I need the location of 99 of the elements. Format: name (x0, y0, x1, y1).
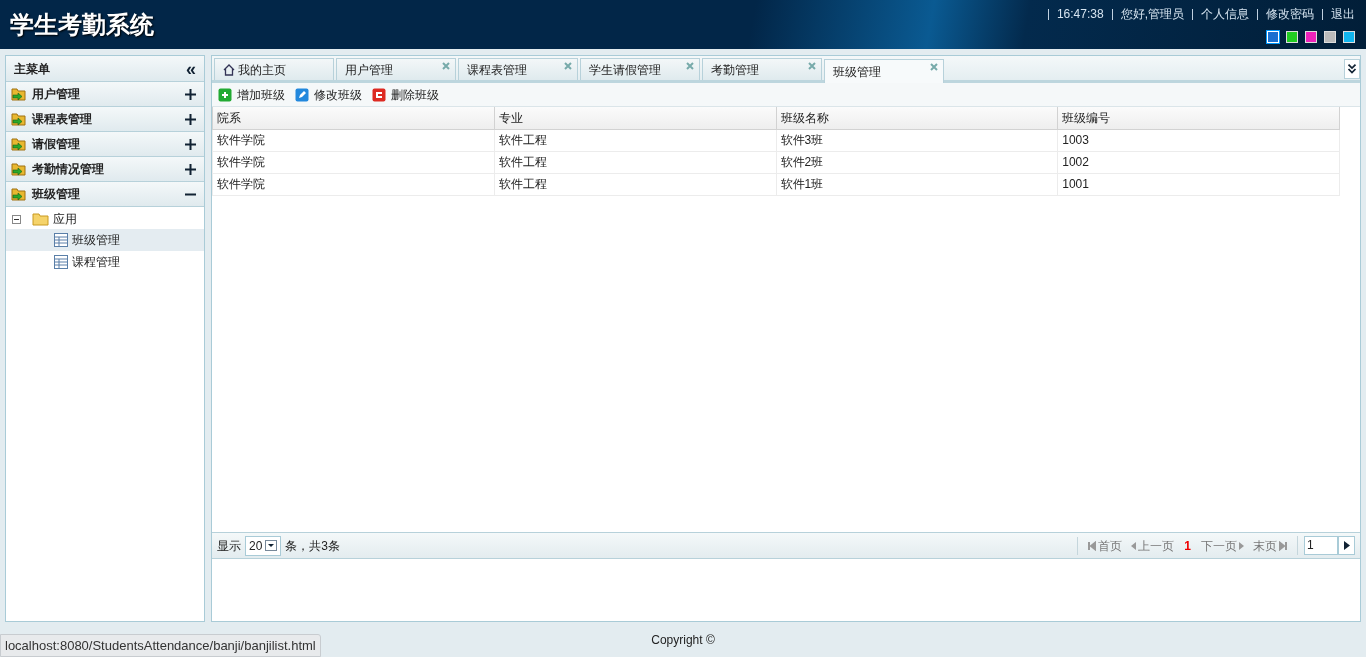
table-cell: 软件工程 (494, 173, 776, 195)
table-cell: 软件工程 (494, 151, 776, 173)
menu-item[interactable]: 课程表管理 (6, 107, 204, 132)
header-link[interactable]: 您好,管理员 (1120, 5, 1184, 23)
theme-swatch[interactable] (1343, 31, 1355, 43)
delete-icon (372, 87, 386, 102)
tab-label: 班级管理 (833, 63, 881, 81)
plus-icon (185, 138, 196, 150)
copyright-text: Copyright © (651, 631, 715, 649)
close-icon[interactable] (564, 62, 572, 70)
tree-item[interactable]: 课程管理 (6, 251, 204, 273)
toolbar-button[interactable]: 增加班级 (218, 85, 285, 104)
column-header[interactable]: 班级名称 (776, 107, 1058, 129)
play-icon (1343, 541, 1350, 550)
folder-arrow-icon (11, 86, 27, 102)
header-link[interactable]: 退出 (1331, 5, 1355, 23)
menu-item[interactable]: 班级管理 (6, 182, 204, 207)
status-url: localhost:8080/StudentsAttendance/banji/banjilist.html (0, 633, 321, 657)
plus-icon (185, 113, 196, 125)
toolbar-button[interactable]: 删除班级 (372, 85, 439, 104)
close-icon[interactable] (442, 62, 450, 70)
theme-swatch[interactable] (1305, 31, 1317, 43)
menu-label: 考勤情况管理 (32, 161, 105, 178)
current-page: 1 (1184, 537, 1191, 555)
column-header[interactable]: 专业 (494, 107, 776, 129)
app-title: 学生考勤系统 (10, 10, 154, 40)
folder-arrow-icon (11, 111, 27, 127)
close-icon[interactable] (930, 63, 938, 71)
caret-icon (265, 540, 278, 551)
tab-label: 课程表管理 (467, 61, 527, 79)
header-link[interactable]: 个人信息 (1201, 5, 1249, 23)
folder-arrow-icon (11, 161, 27, 177)
first-page-button[interactable]: 首页 (1088, 536, 1123, 555)
table-cell: 1003 (1057, 129, 1340, 151)
folder-arrow-icon (11, 186, 27, 202)
tab-label: 考勤管理 (711, 61, 759, 79)
last-page-icon (1279, 540, 1287, 551)
menu-label: 用户管理 (32, 86, 81, 103)
menu-item[interactable]: 用户管理 (6, 82, 204, 107)
menu-label: 课程表管理 (32, 111, 93, 128)
tab-label: 用户管理 (345, 61, 393, 79)
tree-collapse-icon[interactable] (12, 214, 21, 224)
table-cell: 软件1班 (776, 173, 1058, 195)
folder-arrow-icon (11, 136, 27, 152)
table-cell: 软件学院 (212, 151, 495, 173)
tab[interactable]: 课程表管理 (458, 58, 578, 80)
tree-item[interactable]: 班级管理 (6, 229, 204, 251)
next-page-button[interactable]: 下一页 (1201, 536, 1245, 555)
chevron-down-icon[interactable] (1344, 59, 1360, 79)
pager-text: 显示 (217, 537, 241, 555)
table-icon (54, 255, 68, 269)
last-page-button[interactable]: 末页 (1253, 536, 1287, 555)
go-button[interactable] (1338, 536, 1355, 555)
table-cell: 软件3班 (776, 129, 1058, 151)
tree-label: 班级管理 (72, 232, 120, 249)
sidebar-title: 主菜单 (14, 60, 50, 78)
page-size-select[interactable]: 20 (245, 535, 282, 556)
plus-icon (185, 88, 196, 100)
table-icon (54, 233, 68, 247)
theme-swatch[interactable] (1286, 31, 1298, 43)
table-cell: 1002 (1057, 151, 1340, 173)
tab[interactable]: 考勤管理 (702, 58, 822, 80)
menu-label: 班级管理 (32, 186, 81, 203)
collapse-button[interactable]: « (186, 59, 196, 78)
menu-label: 请假管理 (32, 136, 81, 153)
table-cell: 软件学院 (212, 173, 495, 195)
pager-summary: 条，共3条 (285, 537, 341, 555)
table-cell: 1001 (1057, 173, 1340, 195)
folder-icon (32, 212, 50, 226)
toolbar-button[interactable]: 修改班级 (295, 85, 362, 104)
clock-text: 16:47:38 (1056, 6, 1104, 23)
table-cell: 软件学院 (212, 129, 495, 151)
prev-page-button[interactable]: 上一页 (1130, 536, 1175, 555)
close-icon[interactable] (686, 62, 694, 70)
tab[interactable]: 班级管理 (824, 59, 944, 83)
menu-item[interactable]: 考勤情况管理 (6, 157, 204, 182)
prev-icon (1130, 540, 1137, 551)
tab[interactable]: 学生请假管理 (580, 58, 700, 80)
close-icon[interactable] (808, 62, 816, 70)
column-header[interactable]: 院系 (212, 107, 495, 129)
tab[interactable]: 我的主页 (214, 58, 334, 80)
tree-label: 课程管理 (72, 254, 120, 271)
first-page-icon (1088, 540, 1097, 551)
next-icon (1239, 540, 1245, 551)
edit-icon (295, 87, 309, 102)
tab-label: 学生请假管理 (589, 61, 661, 79)
table-cell: 软件工程 (494, 129, 776, 151)
tab-label: 我的主页 (238, 61, 286, 79)
table-cell: 软件2班 (776, 151, 1058, 173)
page-input[interactable]: 1 (1304, 536, 1338, 555)
menu-item[interactable]: 请假管理 (6, 132, 204, 157)
theme-swatch[interactable] (1324, 31, 1336, 43)
tree-label[interactable]: 应用 (53, 210, 77, 228)
plus-icon (218, 87, 232, 102)
column-header[interactable]: 班级编号 (1057, 107, 1340, 129)
home-icon (223, 63, 235, 76)
plus-icon (185, 163, 196, 175)
header-link[interactable]: 修改密码 (1266, 5, 1314, 23)
tab[interactable]: 用户管理 (336, 58, 456, 80)
